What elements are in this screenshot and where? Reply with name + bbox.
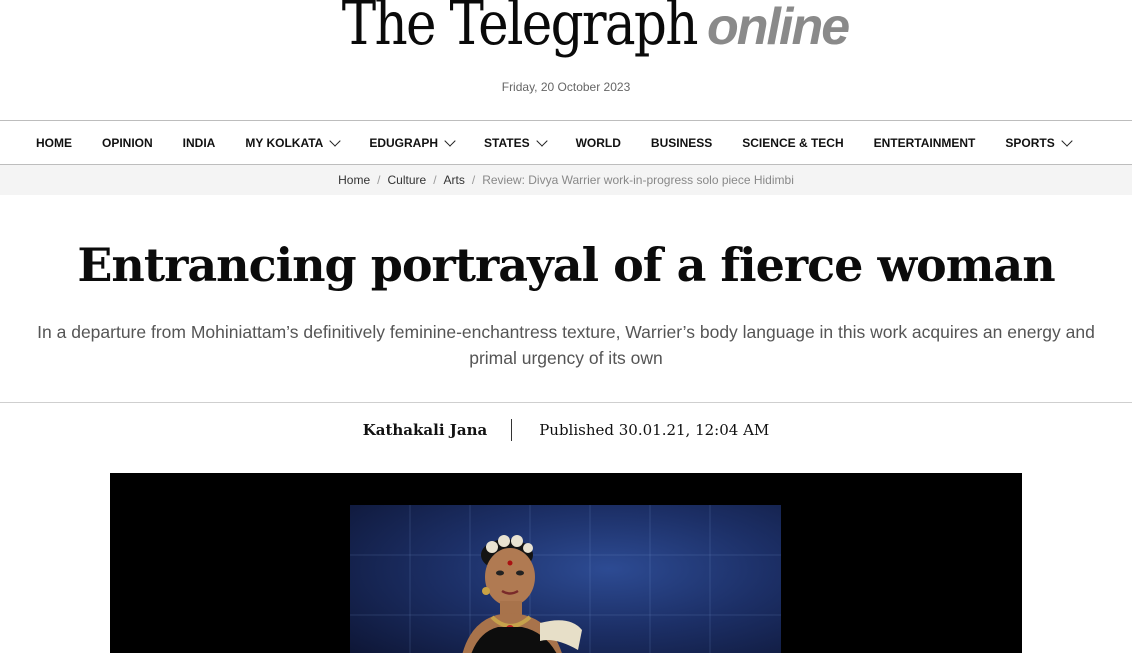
logo-wordmark: The Telegraph [341, 0, 699, 59]
nav-item-label: ENTERTAINMENT [873, 135, 976, 150]
nav-item-label: EDUGRAPH [369, 135, 439, 150]
nav-item-india[interactable]: INDIA [168, 136, 231, 150]
nav-item-label: STATES [484, 135, 530, 150]
breadcrumb-separator: / [433, 173, 437, 187]
site-logo[interactable]: The Telegraph online [0, 0, 1132, 54]
nav-item-my-kolkata[interactable]: MY KOLKATA [230, 134, 354, 150]
nav-item-edugraph[interactable]: EDUGRAPH [354, 134, 469, 150]
nav-item-label: SPORTS [1005, 135, 1055, 150]
article-standfirst: In a departure from Mohiniattam’s defini… [37, 322, 1095, 368]
breadcrumb-current: Review: Divya Warrier work-in-progress s… [482, 173, 794, 187]
nav-item-label: BUSINESS [650, 135, 713, 150]
nav-item-opinion[interactable]: OPINION [87, 136, 168, 150]
nav-item-entertainment[interactable]: ENTERTAINMENT [859, 136, 991, 150]
chevron-down-icon[interactable] [535, 134, 548, 147]
article-media[interactable] [110, 473, 1022, 653]
logo-online-text: online [707, 0, 850, 56]
article-headline: Entrancing portrayal of a fierce woman [77, 238, 1055, 292]
byline: Kathakali Jana Published 30.01.21, 12:04… [0, 418, 1132, 442]
published-date: Published 30.01.21, 12:04 AM [539, 421, 770, 439]
breadcrumb-separator: / [377, 173, 381, 187]
main-nav: HOME OPINION INDIA MY KOLKATA EDUGRAPH STATES… [0, 120, 1132, 165]
nav-item-science-tech[interactable]: SCIENCE & TECH [727, 136, 858, 150]
nav-item-home[interactable]: HOME [21, 136, 87, 150]
nav-item-label: OPINION [102, 135, 153, 150]
nav-item-label: HOME [36, 135, 72, 150]
author-name[interactable]: Kathakali Jana [363, 421, 511, 439]
nav-item-label: SCIENCE & TECH [742, 135, 844, 150]
chevron-down-icon[interactable] [329, 134, 342, 147]
breadcrumb-separator: / [471, 173, 476, 187]
nav-item-sports[interactable]: SPORTS [990, 134, 1085, 150]
nav-item-business[interactable]: BUSINESS [636, 136, 727, 150]
chevron-down-icon[interactable] [444, 134, 456, 147]
breadcrumb-link[interactable]: Home [338, 173, 370, 187]
current-date: Friday, 20 October 2023 [501, 80, 631, 94]
divider [0, 402, 1132, 403]
nav-item-world[interactable]: WORLD [561, 136, 636, 150]
breadcrumb-link[interactable]: Culture [388, 173, 427, 187]
breadcrumb: Home / Culture / Arts / Review: Divya Warrier … [0, 165, 1132, 195]
article-photo[interactable] [350, 505, 781, 653]
masthead: The Telegraph online Friday, 20 October … [0, 0, 1132, 120]
nav-item-label: MY KOLKATA [245, 135, 324, 150]
breadcrumb-link[interactable]: Arts [444, 173, 465, 187]
nav-item-label: WORLD [575, 135, 621, 150]
nav-list: HOME OPINION INDIA MY KOLKATA EDUGRAPH STATES… [0, 121, 1132, 164]
nav-item-states[interactable]: STATES [469, 134, 561, 150]
nav-item-label: INDIA [182, 135, 216, 150]
dancer-figure [350, 505, 781, 653]
chevron-down-icon[interactable] [1061, 134, 1073, 147]
